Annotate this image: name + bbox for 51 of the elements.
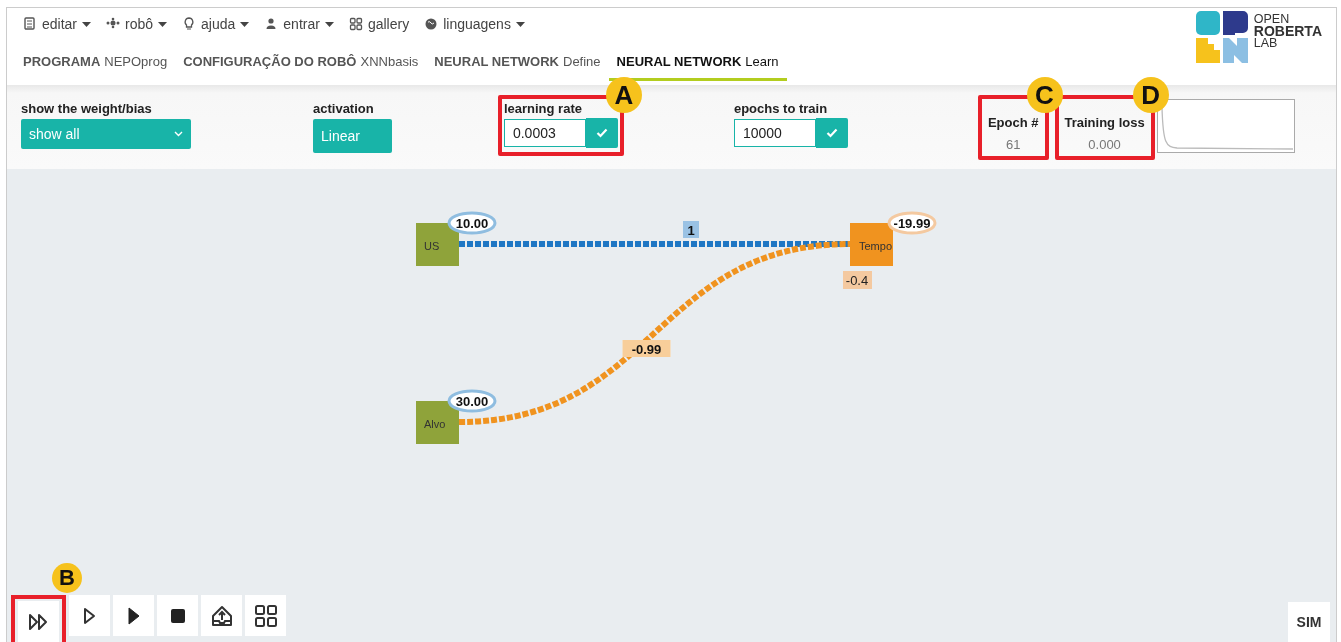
robot-icon: [106, 17, 121, 31]
node-value: 10.00: [447, 211, 497, 235]
field-label: activation: [313, 101, 375, 116]
document-icon: [23, 17, 37, 31]
upload-button[interactable]: [201, 595, 242, 636]
input-field[interactable]: 0.0003: [503, 119, 586, 147]
upload-icon: [209, 603, 234, 628]
loss-value: 0.000: [1088, 137, 1121, 152]
check-icon: [825, 128, 838, 138]
callout-badge: B: [52, 563, 82, 593]
menu-item[interactable]: linguagens: [424, 16, 525, 32]
apps-icon: [253, 603, 278, 628]
caret-icon: [324, 21, 334, 27]
globe-icon: [424, 17, 439, 31]
stat-label: Epoch #: [987, 115, 1039, 130]
logo-text: OPEN ROBERTA LAB: [1253, 11, 1322, 52]
caret-icon: [158, 21, 168, 27]
callout-badge: A: [605, 77, 642, 113]
menu-item[interactable]: gallery: [348, 16, 410, 32]
sim-button[interactable]: SIM: [1288, 602, 1330, 642]
menu-item[interactable]: editar: [23, 16, 92, 32]
weight-label: -0.99: [622, 340, 671, 357]
check-icon: [595, 128, 608, 138]
field-label: learning rate: [503, 101, 583, 116]
tab[interactable]: CONFIGURAÇÃO DO ROBÔ XNNbasis: [175, 46, 427, 81]
weight-label: 1: [683, 221, 699, 238]
logo-icon: [1195, 11, 1248, 63]
callout-badge: C: [1026, 77, 1063, 113]
grid-icon: [348, 17, 363, 31]
play-button[interactable]: [113, 595, 154, 636]
caret-icon: [240, 21, 250, 27]
epoch-count: 61: [1005, 137, 1021, 152]
caret-icon: [82, 21, 92, 27]
node-value: -19.99: [887, 211, 937, 235]
chevron-icon: [174, 131, 183, 137]
menu-item[interactable]: ajuda: [182, 16, 250, 32]
bias-label: -0.4: [843, 271, 872, 289]
stat-label: Training loss: [1064, 115, 1145, 130]
node-value: 30.00: [447, 389, 497, 413]
step-button[interactable]: [69, 595, 110, 636]
field-label: show the weight/bias: [21, 101, 153, 116]
menu-item[interactable]: robô: [106, 16, 168, 32]
menu-item[interactable]: entrar: [264, 16, 334, 32]
caret-icon: [515, 21, 525, 27]
stop-button[interactable]: [157, 595, 198, 636]
apps-button[interactable]: [245, 595, 286, 636]
field-label: epochs to train: [733, 101, 829, 116]
tab[interactable]: PROGRAMA NEPOprog: [23, 46, 176, 81]
input-field[interactable]: 10000: [733, 119, 816, 147]
run-all-button[interactable]: [18, 601, 59, 642]
network-node[interactable]: Tempo: [850, 223, 893, 266]
